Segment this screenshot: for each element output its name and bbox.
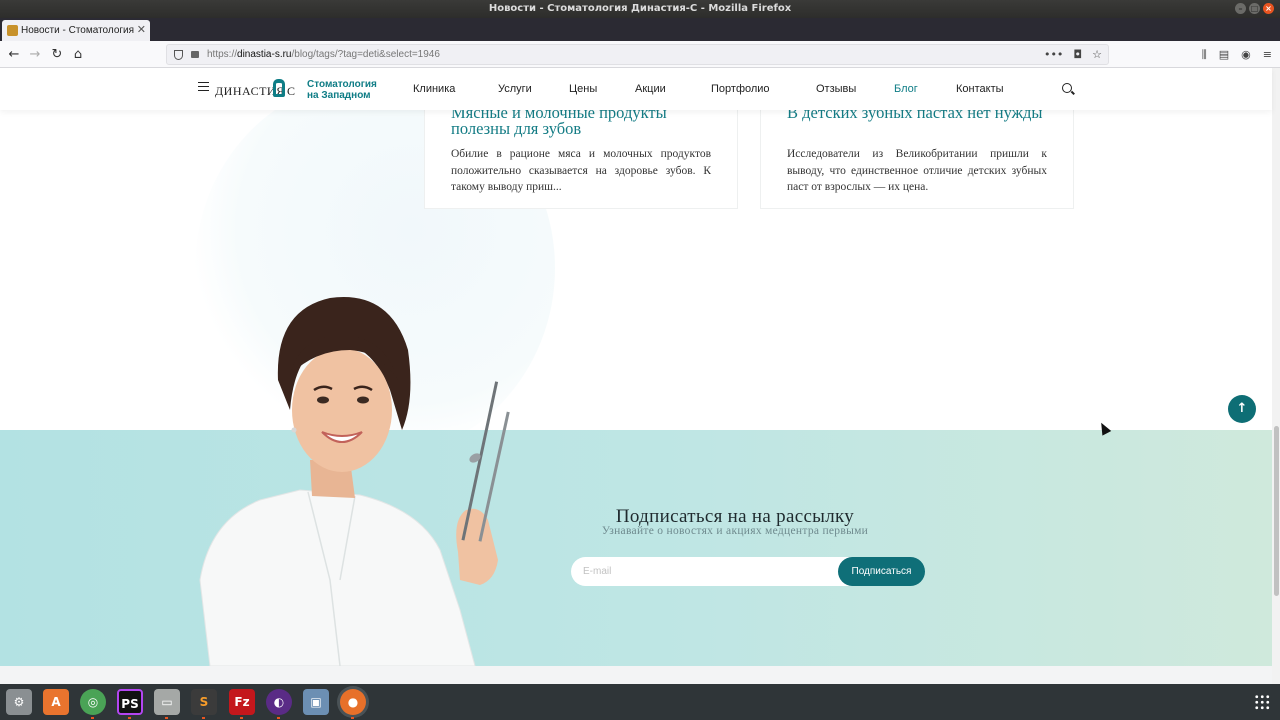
sidebar-icon[interactable]: ▤ [1219, 41, 1229, 68]
dentist-photo [199, 297, 510, 666]
page-scrollbar[interactable] [1272, 68, 1280, 684]
window-title: Новости - Стоматология Династия-С - Mozi… [488, 3, 792, 14]
lock-icon[interactable] [191, 51, 199, 58]
reload-button[interactable]: ↻ [47, 45, 67, 65]
search-icon[interactable] [1062, 83, 1072, 93]
tooth-logo-icon[interactable] [273, 79, 285, 97]
pocket-icon[interactable]: ◘ [1073, 45, 1082, 65]
account-icon[interactable]: ◉ [1241, 41, 1251, 68]
back-to-top-button[interactable]: ↑ [1228, 395, 1256, 423]
tab-strip: Новости - Стоматология ✕ + [0, 18, 1280, 56]
running-indicator [351, 717, 354, 719]
url-text[interactable]: https://dinastia-s.ru/blog/tags/?tag=det… [207, 45, 440, 65]
firefox-icon[interactable]: ● [340, 689, 366, 715]
window-titlebar: Новости - Стоматология Династия-С - Mozi… [0, 0, 1280, 18]
running-indicator [128, 717, 131, 719]
menu-item-blog[interactable]: Блог [894, 68, 918, 110]
browser-tab[interactable]: Новости - Стоматология ✕ [2, 20, 150, 41]
os-taskbar: ⚙ A ◎ PS ▭ S Fz ◐ ▣ ● [0, 684, 1280, 720]
running-indicator [91, 717, 94, 719]
back-button[interactable]: ← [4, 45, 24, 65]
maximize-button[interactable]: □ [1249, 3, 1260, 14]
site-favicon-icon [7, 25, 18, 36]
chrome-icon[interactable]: ◎ [80, 689, 106, 715]
phpstorm-icon[interactable]: PS [117, 689, 143, 715]
menu-item-prices[interactable]: Цены [569, 68, 597, 110]
tracking-shield-icon[interactable] [174, 50, 183, 60]
news-card-excerpt: Исследователи из Великобритании пришли к… [787, 148, 1047, 193]
running-indicator [165, 717, 168, 719]
subscribe-button[interactable]: Подписаться [838, 557, 925, 586]
address-bar[interactable]: https://dinastia-s.ru/blog/tags/?tag=det… [166, 44, 1109, 65]
running-indicator [277, 717, 280, 719]
news-card-excerpt: Обилие в рационе мяса и молочных продукт… [451, 148, 711, 193]
forward-button[interactable]: → [25, 45, 45, 65]
filezilla-icon[interactable]: Fz [229, 689, 255, 715]
menu-item-reviews[interactable]: Отзывы [816, 68, 856, 110]
screenshot-icon[interactable]: ▣ [303, 689, 329, 715]
logo-subtitle[interactable]: Стоматология на Западном [307, 79, 377, 101]
menu-item-promotions[interactable]: Акции [635, 68, 666, 110]
sublime-icon[interactable]: S [191, 689, 217, 715]
close-window-button[interactable]: × [1263, 3, 1274, 14]
settings-icon[interactable]: ⚙ [6, 689, 32, 715]
email-field[interactable] [571, 557, 851, 586]
page-viewport: Мясные и молочные продукты полезны для з… [0, 68, 1280, 684]
files-icon[interactable]: ▭ [154, 689, 180, 715]
close-tab-icon[interactable]: ✕ [137, 20, 146, 41]
scrollbar-thumb[interactable] [1274, 426, 1279, 596]
navigation-toolbar: ← → ↻ ⌂ https://dinastia-s.ru/blog/tags/… [0, 41, 1280, 68]
site-header: ДИНАСТИЯ С Стоматология на Западном Клин… [0, 68, 1272, 110]
footer-strip [0, 666, 1272, 684]
menu-item-contacts[interactable]: Контакты [956, 68, 1004, 110]
minimize-button[interactable]: – [1235, 3, 1246, 14]
tor-icon[interactable]: ◐ [266, 689, 292, 715]
hamburger-menu-icon[interactable] [198, 82, 209, 91]
running-indicator [240, 717, 243, 719]
home-button[interactable]: ⌂ [68, 45, 88, 65]
show-applications-icon[interactable] [1254, 694, 1270, 710]
page-actions-icon[interactable]: ••• [1044, 45, 1063, 65]
library-icon[interactable]: ⫼ [1202, 41, 1207, 68]
menu-item-services[interactable]: Услуги [498, 68, 532, 110]
logo-letter[interactable]: С [287, 84, 295, 99]
software-center-icon[interactable]: A [43, 689, 69, 715]
running-indicator [202, 717, 205, 719]
menu-item-clinic[interactable]: Клиника [413, 68, 455, 110]
tab-title: Новости - Стоматология [21, 25, 135, 36]
bookmark-star-icon[interactable]: ☆ [1092, 45, 1102, 65]
menu-item-portfolio[interactable]: Портфолио [711, 68, 770, 110]
menu-icon[interactable]: ≡ [1263, 41, 1272, 68]
window-controls: – □ × [1235, 3, 1274, 14]
